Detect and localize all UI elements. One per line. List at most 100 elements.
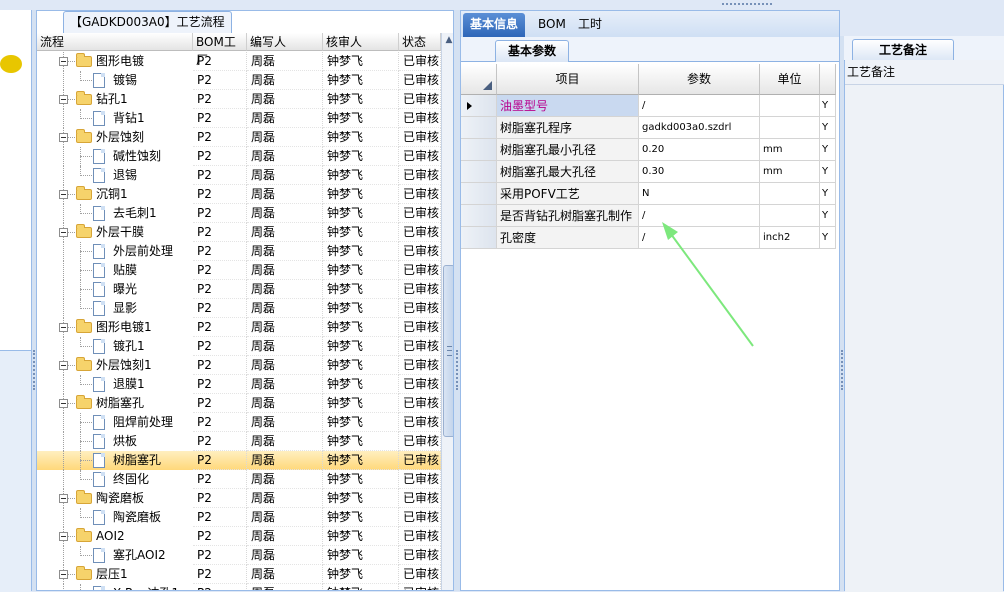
param-unit-cell[interactable] — [760, 205, 820, 227]
tree-node[interactable]: 树脂塞孔 — [37, 451, 193, 470]
param-unit-cell[interactable]: mm — [760, 139, 820, 161]
tree-node[interactable]: 终固化 — [37, 470, 193, 489]
tree-row[interactable]: 外层干膜 P2 周磊 钟梦飞 已审核 — [37, 223, 441, 242]
tree-row[interactable]: 曝光 P2 周磊 钟梦飞 已审核 — [37, 280, 441, 299]
param-row[interactable]: 油墨型号 / Y — [461, 95, 836, 117]
collapse-toggle-icon[interactable] — [59, 95, 68, 104]
col-header-status[interactable]: 状态 — [399, 33, 441, 51]
row-header[interactable] — [461, 139, 497, 161]
tree-node[interactable]: 外层蚀刻 — [37, 128, 193, 147]
tab-process-notes[interactable]: 工艺备注 — [852, 39, 955, 61]
tree-node[interactable]: 外层干膜 — [37, 223, 193, 242]
process-flow-tab[interactable]: 【GADKD003A0】工艺流程 — [63, 11, 232, 33]
tree-node[interactable]: 沉铜1 — [37, 185, 193, 204]
tree-row[interactable]: 外层蚀刻1 P2 周磊 钟梦飞 已审核 — [37, 356, 441, 375]
tree-vertical-scrollbar[interactable]: ▲ — [441, 33, 453, 590]
tree-row[interactable]: 阻焊前处理 P2 周磊 钟梦飞 已审核 — [37, 413, 441, 432]
col-header-unit[interactable]: 单位 — [760, 64, 820, 95]
param-value-cell[interactable]: 0.30 — [639, 161, 760, 183]
tree-row[interactable]: 钻孔1 P2 周磊 钟梦飞 已审核 — [37, 90, 441, 109]
param-row[interactable]: 树脂塞孔程序 gadkd003a0.szdrl Y — [461, 117, 836, 139]
param-unit-cell[interactable] — [760, 95, 820, 117]
tree-node[interactable]: 烘板 — [37, 432, 193, 451]
tree-node[interactable]: 外层蚀刻1 — [37, 356, 193, 375]
tree-row[interactable]: 层压1 P2 周磊 钟梦飞 已审核 — [37, 565, 441, 584]
tree-row[interactable]: 贴膜 P2 周磊 钟梦飞 已审核 — [37, 261, 441, 280]
tree-node[interactable]: 镀锡 — [37, 71, 193, 90]
tree-row[interactable]: 树脂塞孔 P2 周磊 钟梦飞 已审核 — [37, 451, 441, 470]
col-header-bom[interactable]: BOM工厂 — [193, 33, 247, 67]
tree-row[interactable]: 镀锡 P2 周磊 钟梦飞 已审核 — [37, 71, 441, 90]
tree-node[interactable]: 碱性蚀刻 — [37, 147, 193, 166]
tree-node[interactable]: 曝光 — [37, 280, 193, 299]
tree-node[interactable]: 塞孔AOI2 — [37, 546, 193, 565]
tree-node[interactable]: 钻孔1 — [37, 90, 193, 109]
scroll-up-arrow-icon[interactable]: ▲ — [442, 33, 453, 47]
tree-node[interactable]: 层压1 — [37, 565, 193, 584]
collapse-toggle-icon[interactable] — [59, 361, 68, 370]
collapse-toggle-icon[interactable] — [59, 133, 68, 142]
scroll-thumb[interactable] — [443, 265, 453, 437]
tree-node[interactable]: 陶瓷磨板 — [37, 508, 193, 527]
tree-node[interactable]: 树脂塞孔 — [37, 394, 193, 413]
tree-row[interactable]: 陶瓷磨板 P2 周磊 钟梦飞 已审核 — [37, 508, 441, 527]
tree-row[interactable]: AOI2 P2 周磊 钟梦飞 已审核 — [37, 527, 441, 546]
tree-row[interactable]: 外层前处理 P2 周磊 钟梦飞 已审核 — [37, 242, 441, 261]
tree-node[interactable]: 图形电镀 — [37, 52, 193, 71]
row-header[interactable] — [461, 183, 497, 205]
param-value-cell[interactable]: gadkd003a0.szdrl — [639, 117, 760, 139]
tree-node[interactable]: 贴膜 — [37, 261, 193, 280]
col-header-param[interactable]: 参数 — [639, 64, 760, 95]
param-row[interactable]: 孔密度 / inch2 Y — [461, 227, 836, 249]
tree-row[interactable]: 外层蚀刻 P2 周磊 钟梦飞 已审核 — [37, 128, 441, 147]
param-grid-corner[interactable] — [461, 64, 497, 95]
tab-basic-params[interactable]: 基本参数 — [495, 40, 570, 62]
row-header[interactable] — [461, 117, 497, 139]
tree-node[interactable]: 退锡 — [37, 166, 193, 185]
param-row[interactable]: 采用POFV工艺 N Y — [461, 183, 836, 205]
param-unit-cell[interactable]: mm — [760, 161, 820, 183]
top-collapse-bar[interactable] — [0, 0, 1004, 10]
chat-bubble-icon[interactable] — [0, 55, 22, 73]
tree-row[interactable]: 镀孔1 P2 周磊 钟梦飞 已审核 — [37, 337, 441, 356]
collapse-toggle-icon[interactable] — [59, 494, 68, 503]
collapse-toggle-icon[interactable] — [59, 228, 68, 237]
tree-row[interactable]: 碱性蚀刻 P2 周磊 钟梦飞 已审核 — [37, 147, 441, 166]
tree-row[interactable]: 终固化 P2 周磊 钟梦飞 已审核 — [37, 470, 441, 489]
tree-row[interactable]: 沉铜1 P2 周磊 钟梦飞 已审核 — [37, 185, 441, 204]
tree-row[interactable]: 退膜1 P2 周磊 钟梦飞 已审核 — [37, 375, 441, 394]
top-collapse-grip[interactable] — [722, 3, 772, 9]
tree-node[interactable]: AOI2 — [37, 527, 193, 546]
row-header[interactable] — [461, 205, 497, 227]
param-row[interactable]: 是否背钻孔树脂塞孔制作 / Y — [461, 205, 836, 227]
tab-basic-info[interactable]: 基本信息 — [463, 13, 526, 37]
tree-node[interactable]: 阻焊前处理 — [37, 413, 193, 432]
param-unit-cell[interactable] — [760, 117, 820, 139]
tree-node[interactable]: 去毛刺1 — [37, 204, 193, 223]
tree-row[interactable]: 图形电镀1 P2 周磊 钟梦飞 已审核 — [37, 318, 441, 337]
col-header-writer[interactable]: 编写人 — [247, 33, 323, 51]
process-notes-body[interactable] — [845, 85, 1003, 592]
tree-row[interactable]: 去毛刺1 P2 周磊 钟梦飞 已审核 — [37, 204, 441, 223]
tree-row[interactable]: X-Ray冲孔1 P2周磊钟梦飞已审核 — [37, 584, 441, 590]
tree-row[interactable]: 陶瓷磨板 P2 周磊 钟梦飞 已审核 — [37, 489, 441, 508]
tree-node[interactable]: 外层前处理 — [37, 242, 193, 261]
row-header[interactable] — [461, 161, 497, 183]
tree-row[interactable]: 背钻1 P2 周磊 钟梦飞 已审核 — [37, 109, 441, 128]
tree-row[interactable]: 图形电镀 P2 周磊 钟梦飞 已审核 — [37, 52, 441, 71]
tree-row[interactable]: 烘板 P2 周磊 钟梦飞 已审核 — [37, 432, 441, 451]
col-header-reviewer[interactable]: 核审人 — [323, 33, 399, 51]
collapse-toggle-icon[interactable] — [59, 57, 68, 66]
collapse-toggle-icon[interactable] — [59, 570, 68, 579]
collapse-toggle-icon[interactable] — [59, 532, 68, 541]
col-header-flow[interactable]: 流程 — [37, 33, 193, 51]
tree-row[interactable]: 退锡 P2 周磊 钟梦飞 已审核 — [37, 166, 441, 185]
row-header[interactable] — [461, 227, 497, 249]
tree-node[interactable]: 镀孔1 — [37, 337, 193, 356]
tree-row[interactable]: 显影 P2 周磊 钟梦飞 已审核 — [37, 299, 441, 318]
tree-node[interactable]: 图形电镀1 — [37, 318, 193, 337]
tab-labor-hours[interactable]: 工时 — [571, 13, 609, 37]
tree-node[interactable]: X-Ray冲孔1 — [37, 584, 193, 590]
tree-node[interactable]: 陶瓷磨板 — [37, 489, 193, 508]
param-value-cell[interactable]: / — [639, 95, 760, 117]
